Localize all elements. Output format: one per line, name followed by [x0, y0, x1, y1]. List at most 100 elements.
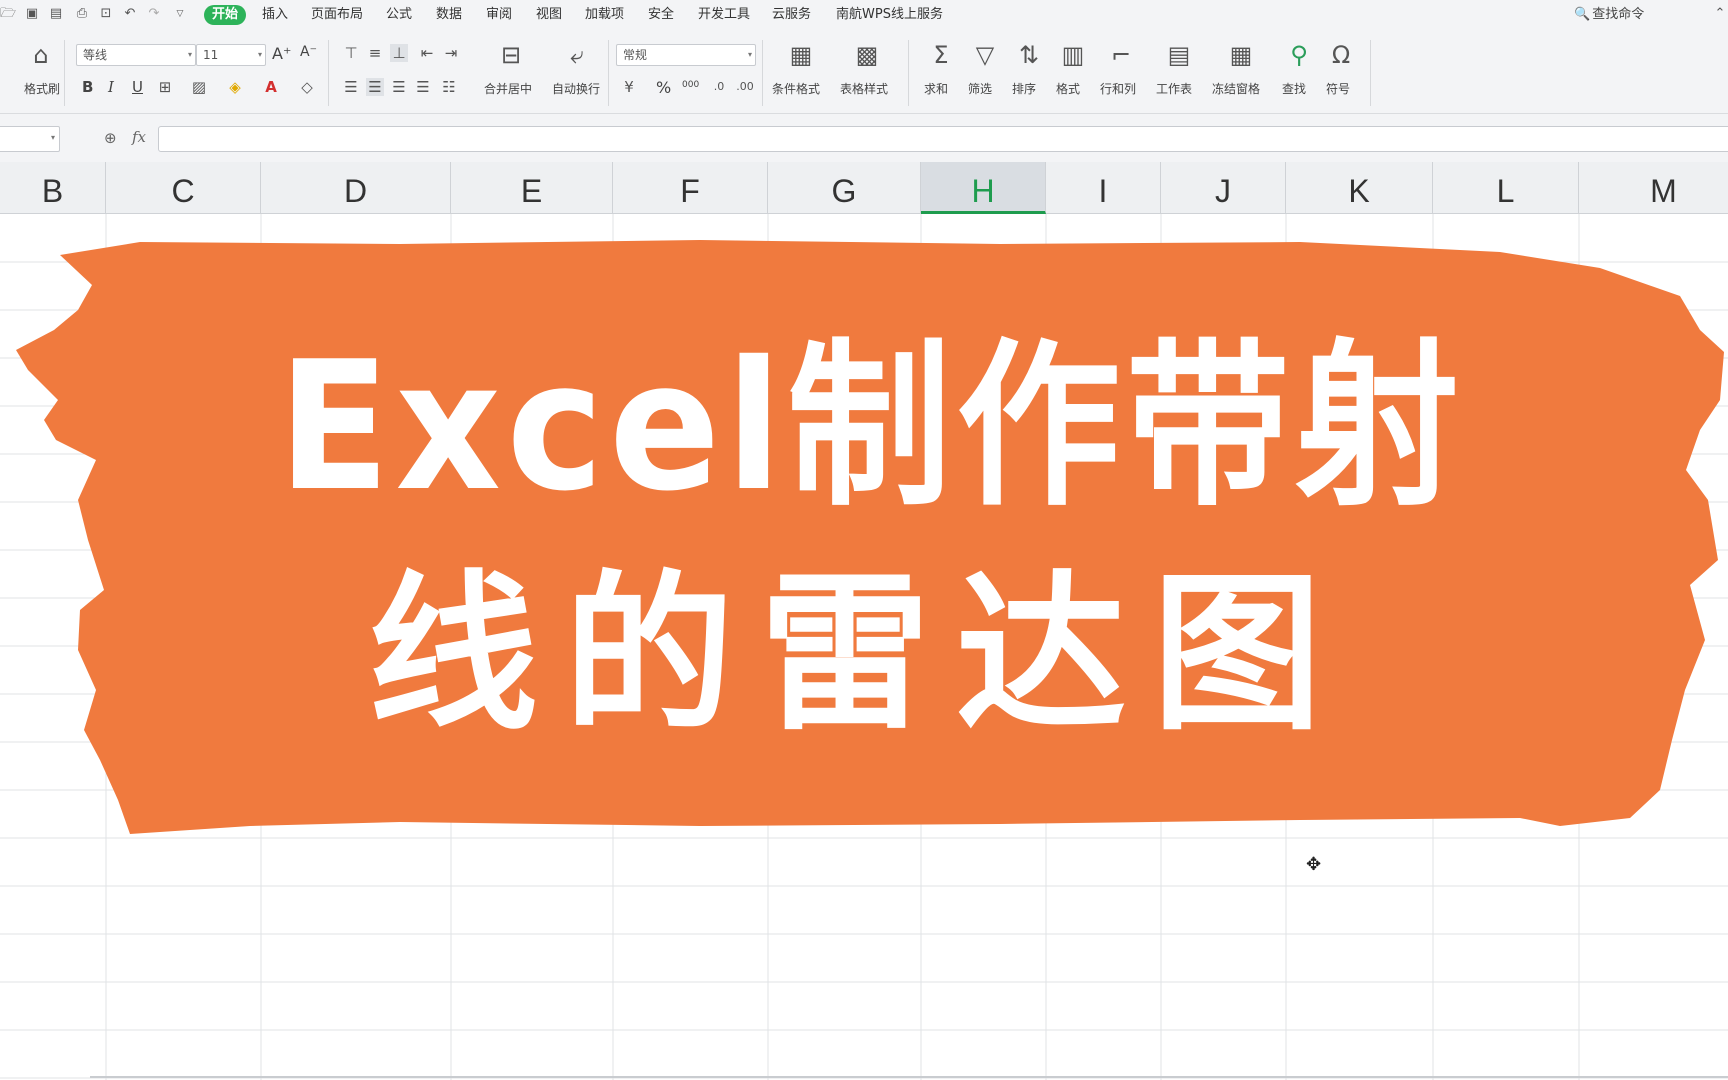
sort-label[interactable]: 排序 — [1012, 80, 1036, 97]
clear-format-icon[interactable]: ◇ — [298, 78, 316, 96]
align-bottom-icon[interactable]: ⊥ — [390, 44, 408, 62]
tab-addins[interactable]: 加载项 — [585, 5, 624, 25]
column-header-i[interactable]: I — [1046, 162, 1161, 214]
format-icon[interactable]: ▥ — [1058, 40, 1088, 70]
worksheet-label[interactable]: 工作表 — [1156, 80, 1192, 97]
thousands-button[interactable]: 000 — [682, 80, 699, 90]
tab-online-service[interactable]: 南航WPS线上服务 — [836, 5, 943, 25]
column-header-b[interactable]: B — [0, 162, 106, 214]
column-header-l[interactable]: L — [1433, 162, 1579, 214]
tab-home[interactable]: 开始 — [204, 5, 247, 25]
distributed-icon[interactable]: ☷ — [440, 78, 458, 96]
sheet-bottom-border — [90, 1076, 1728, 1078]
chevron-down-icon: ▾ — [257, 50, 262, 59]
column-header-c[interactable]: C — [106, 162, 261, 214]
percent-button[interactable]: % — [656, 78, 671, 97]
wrap-text-label[interactable]: 自动换行 — [552, 80, 600, 97]
row-col-label[interactable]: 行和列 — [1100, 80, 1136, 97]
tab-review[interactable]: 审阅 — [486, 5, 512, 25]
wrap-text-icon[interactable]: ⤶ — [562, 40, 592, 70]
font-color-icon[interactable]: A — [262, 78, 280, 96]
insert-function-button[interactable]: fx — [132, 128, 146, 146]
tab-developer[interactable]: 开发工具 — [698, 5, 750, 25]
column-header-f[interactable]: F — [613, 162, 768, 214]
increase-decimal-icon[interactable]: .0 — [710, 78, 728, 96]
column-header-m[interactable]: M — [1579, 162, 1728, 214]
fill-color-icon[interactable]: ◈ — [226, 78, 244, 96]
align-left-icon[interactable]: ☰ — [342, 78, 360, 96]
font-name-value: 等线 — [83, 48, 108, 62]
find-label[interactable]: 查找 — [1282, 80, 1306, 97]
conditional-format-icon[interactable]: ▦ — [786, 40, 816, 70]
save-icon[interactable]: ▣ — [24, 6, 40, 22]
print-icon[interactable]: ⎙ — [74, 6, 90, 22]
name-box[interactable]: ▾ — [0, 126, 60, 152]
column-header-k[interactable]: K — [1286, 162, 1433, 214]
border-icon[interactable]: ⊞ — [156, 78, 174, 96]
formula-input[interactable] — [158, 126, 1728, 152]
tab-security[interactable]: 安全 — [648, 5, 674, 25]
tab-page-layout[interactable]: 页面布局 — [311, 5, 363, 25]
decrease-decimal-icon[interactable]: .00 — [736, 78, 754, 96]
font-name-select[interactable]: 等线 ▾ — [76, 44, 196, 66]
customize-dropdown-icon[interactable]: ▽ — [172, 6, 188, 22]
tab-view[interactable]: 视图 — [536, 5, 562, 25]
merge-center-label[interactable]: 合并居中 — [484, 80, 532, 97]
align-center-icon[interactable]: ☰ — [366, 78, 384, 96]
merge-center-icon[interactable]: ⊟ — [496, 40, 526, 70]
align-right-icon[interactable]: ☰ — [390, 78, 408, 96]
align-middle-icon[interactable]: ≡ — [366, 44, 384, 62]
column-header-h[interactable]: H — [921, 162, 1046, 214]
fill-pattern-icon[interactable]: ▨ — [190, 78, 208, 96]
worksheet-icon[interactable]: ▤ — [1164, 40, 1194, 70]
table-style-icon[interactable]: ▩ — [852, 40, 882, 70]
number-format-select[interactable]: 常规 ▾ — [616, 44, 756, 66]
freeze-panes-icon[interactable]: ▦ — [1226, 40, 1256, 70]
symbol-icon[interactable]: Ω — [1326, 40, 1356, 70]
table-style-label[interactable]: 表格样式 — [840, 80, 888, 97]
filter-label[interactable]: 筛选 — [968, 80, 992, 97]
justify-icon[interactable]: ☰ — [414, 78, 432, 96]
format-painter-icon[interactable]: ⌂ — [26, 40, 56, 70]
bold-button[interactable]: B — [82, 78, 93, 96]
currency-icon[interactable]: ¥ — [620, 78, 638, 96]
zoom-formula-icon[interactable]: ⊕ — [104, 129, 117, 147]
filter-icon[interactable]: ▽ — [970, 40, 1000, 70]
column-header-d[interactable]: D — [261, 162, 451, 214]
underline-button[interactable]: U — [132, 78, 143, 96]
chevron-down-icon: ▾ — [747, 50, 752, 59]
search-command[interactable]: 🔍 查找命令 — [1574, 5, 1644, 25]
menu-bar: 🗁 ▣ ▤ ⎙ ⊡ ↶ ↷ ▽ 开始 插入 页面布局 公式 数据 审阅 视图 加… — [0, 0, 1728, 30]
redo-icon[interactable]: ↷ — [146, 6, 162, 22]
shrink-font-button[interactable]: A⁻ — [300, 44, 317, 60]
save-as-icon[interactable]: ▤ — [48, 6, 64, 22]
align-top-icon[interactable]: ⊤ — [342, 44, 360, 62]
freeze-panes-label[interactable]: 冻结窗格 — [1212, 80, 1260, 97]
row-col-icon[interactable]: ⌐ — [1106, 40, 1136, 70]
tab-insert[interactable]: 插入 — [262, 5, 288, 25]
sum-label[interactable]: 求和 — [924, 80, 948, 97]
column-header-j[interactable]: J — [1161, 162, 1286, 214]
cell-grid[interactable] — [0, 214, 1728, 1080]
increase-indent-icon[interactable]: ⇥ — [442, 44, 460, 62]
column-header-e[interactable]: E — [451, 162, 613, 214]
tab-cloud-service[interactable]: 云服务 — [772, 5, 811, 25]
print-preview-icon[interactable]: ⊡ — [98, 6, 114, 22]
column-header-g[interactable]: G — [768, 162, 921, 214]
format-label[interactable]: 格式 — [1056, 80, 1080, 97]
symbol-label[interactable]: 符号 — [1326, 80, 1350, 97]
format-painter-label[interactable]: 格式刷 — [24, 80, 60, 97]
undo-icon[interactable]: ↶ — [122, 6, 138, 22]
open-icon[interactable]: 🗁 — [0, 6, 16, 22]
collapse-ribbon-icon[interactable]: ⌃ — [1712, 6, 1728, 22]
find-icon[interactable]: ⚲ — [1284, 40, 1314, 70]
tab-formulas[interactable]: 公式 — [386, 5, 412, 25]
sort-icon[interactable]: ⇅ — [1014, 40, 1044, 70]
decrease-indent-icon[interactable]: ⇤ — [418, 44, 436, 62]
tab-data[interactable]: 数据 — [436, 5, 462, 25]
grow-font-button[interactable]: A⁺ — [272, 44, 291, 63]
conditional-format-label[interactable]: 条件格式 — [772, 80, 820, 97]
sum-icon[interactable]: Σ — [926, 40, 956, 70]
italic-button[interactable]: I — [108, 78, 114, 96]
font-size-select[interactable]: 11 ▾ — [196, 44, 266, 66]
